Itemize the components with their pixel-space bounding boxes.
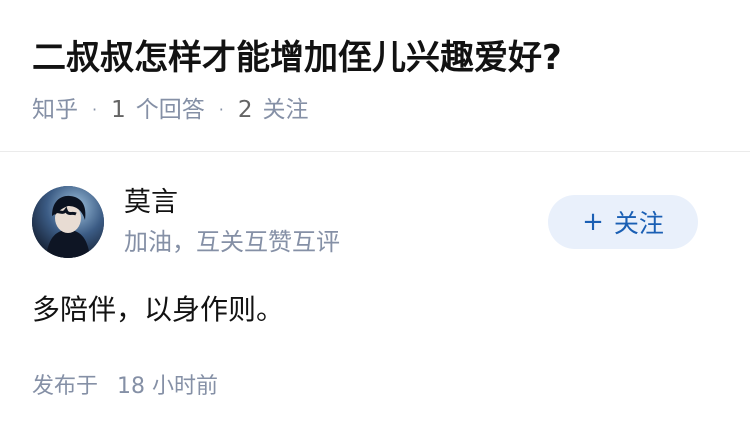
avatar-image-icon — [32, 186, 104, 258]
divider — [0, 151, 750, 152]
follow-button[interactable]: + 关注 — [548, 195, 698, 249]
publish-time-value: 18 小时前 — [117, 374, 219, 399]
plus-icon: + — [582, 207, 604, 237]
answer-content[interactable]: 多陪伴，以身作则。 — [32, 290, 284, 330]
publish-time: 发布于 18 小时前 — [32, 370, 218, 404]
question-meta: 知乎 · 1 个回答 · 2 关注 — [32, 94, 308, 126]
follower-count-label[interactable]: 关注 — [262, 94, 308, 126]
source-label[interactable]: 知乎 — [32, 94, 78, 126]
meta-separator: · — [218, 100, 224, 119]
meta-separator: · — [92, 100, 98, 119]
question-title[interactable]: 二叔叔怎样才能增加侄儿兴趣爱好? — [32, 34, 732, 82]
answer-count: 1 — [111, 97, 126, 123]
author-bio: 加油，互关互赞互评 — [124, 228, 340, 256]
publish-label: 发布于 — [32, 374, 99, 399]
answer-count-label[interactable]: 个回答 — [136, 94, 205, 126]
follow-button-label: 关注 — [613, 209, 664, 238]
follower-count: 2 — [237, 97, 253, 123]
avatar[interactable] — [32, 186, 104, 258]
author-name[interactable]: 莫言 — [124, 184, 178, 222]
